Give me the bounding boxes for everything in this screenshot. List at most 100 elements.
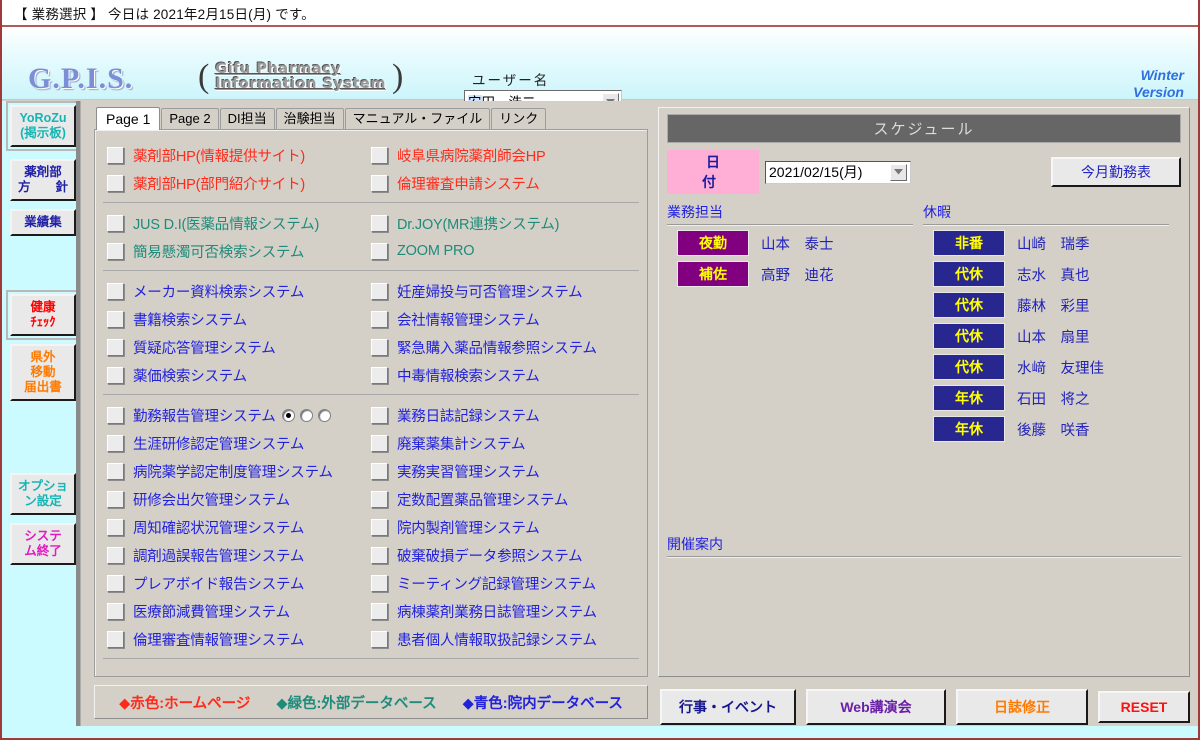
- checkbox-icon[interactable]: [371, 174, 388, 192]
- checkbox-icon[interactable]: [371, 366, 388, 384]
- system-item[interactable]: ミーティング記録管理システム: [371, 573, 635, 594]
- system-item[interactable]: 中毒情報検索システム: [371, 365, 635, 386]
- sidebar-button-yorozu[interactable]: YoRoZu (掲示板): [6, 101, 80, 151]
- system-item[interactable]: 調剤過誤報告管理システム: [107, 545, 371, 566]
- system-item[interactable]: 研修会出欠管理システム: [107, 489, 371, 510]
- system-row: 研修会出欠管理システム 定数配置薬品管理システム: [107, 485, 635, 513]
- system-item[interactable]: ZOOM PRO: [371, 242, 635, 260]
- radio-option-3[interactable]: [317, 408, 331, 422]
- checkbox-icon[interactable]: [107, 310, 124, 328]
- system-item[interactable]: 業務日誌記録システム: [371, 405, 635, 426]
- system-item[interactable]: 薬剤部HP(情報提供サイト): [107, 145, 371, 166]
- tab-3[interactable]: DI担当: [219, 108, 275, 129]
- action-button-3[interactable]: 日誌修正: [956, 689, 1088, 725]
- system-item[interactable]: 倫理審査情報管理システム: [107, 629, 371, 650]
- tab-5[interactable]: マニュアル・ファイル: [344, 108, 491, 129]
- system-item[interactable]: 書籍検索システム: [107, 309, 371, 330]
- system-item[interactable]: 勤務報告管理システム: [107, 405, 371, 426]
- sidebar-button-label: ム終了: [24, 544, 62, 558]
- checkbox-icon[interactable]: [107, 574, 124, 592]
- system-item[interactable]: 医療節減費管理システム: [107, 601, 371, 622]
- checkbox-icon[interactable]: [371, 602, 388, 620]
- checkbox-icon[interactable]: [107, 146, 124, 164]
- tab-1[interactable]: Page 1: [96, 107, 161, 130]
- system-item[interactable]: 質疑応答管理システム: [107, 337, 371, 358]
- sidebar-button-label: 業績集: [24, 215, 62, 229]
- tab-4[interactable]: 治験担当: [275, 108, 344, 129]
- system-row: 勤務報告管理システム 業務日誌記録システム: [107, 401, 635, 429]
- checkbox-icon[interactable]: [371, 146, 388, 164]
- checkbox-icon[interactable]: [371, 518, 388, 536]
- system-item[interactable]: 院内製剤管理システム: [371, 517, 635, 538]
- sidebar-button-travel-report[interactable]: 県外 移動 届出書: [10, 344, 76, 401]
- system-item[interactable]: 病棟薬剤業務日誌管理システム: [371, 601, 635, 622]
- system-item[interactable]: 岐阜県病院薬剤師会HP: [371, 145, 635, 166]
- action-button-2[interactable]: Web講演会: [806, 689, 946, 725]
- checkbox-icon[interactable]: [107, 462, 124, 480]
- system-item[interactable]: 患者個人情報取扱記録システム: [371, 629, 635, 650]
- checkbox-icon[interactable]: [107, 242, 124, 260]
- system-item[interactable]: 破棄破損データ参照システム: [371, 545, 635, 566]
- radio-option-2[interactable]: [299, 408, 313, 422]
- date-select[interactable]: 2021/02/15(月): [765, 160, 911, 184]
- checkbox-icon[interactable]: [107, 174, 124, 192]
- system-item[interactable]: メーカー資料検索システム: [107, 281, 371, 302]
- date-chevron-down-icon[interactable]: [890, 163, 907, 181]
- checkbox-icon[interactable]: [107, 366, 124, 384]
- system-item[interactable]: 病院薬学認定制度管理システム: [107, 461, 371, 482]
- sidebar-button-pharmacy-policy[interactable]: 薬剤部方 針: [10, 159, 76, 201]
- system-item[interactable]: 生涯研修認定管理システム: [107, 433, 371, 454]
- system-item[interactable]: JUS D.I(医薬品情報システム): [107, 213, 371, 234]
- system-item[interactable]: 周知確認状況管理システム: [107, 517, 371, 538]
- system-item[interactable]: 会社情報管理システム: [371, 309, 635, 330]
- checkbox-icon[interactable]: [107, 214, 124, 232]
- checkbox-icon[interactable]: [371, 490, 388, 508]
- action-button-1[interactable]: 行事・イベント: [660, 689, 796, 725]
- system-item[interactable]: 妊産婦投与可否管理システム: [371, 281, 635, 302]
- sidebar-button-system-exit[interactable]: システ ム終了: [10, 523, 76, 565]
- tab-2[interactable]: Page 2: [161, 108, 219, 129]
- checkbox-icon[interactable]: [107, 546, 124, 564]
- checkbox-icon[interactable]: [371, 546, 388, 564]
- system-item[interactable]: Dr.JOY(MR連携システム): [371, 213, 635, 234]
- checkbox-icon[interactable]: [371, 406, 388, 424]
- radio-option-1[interactable]: [281, 408, 295, 422]
- sidebar-button-achievements[interactable]: 業績集: [10, 209, 76, 236]
- person-name: 志水 真也: [1017, 267, 1090, 284]
- checkbox-icon[interactable]: [107, 406, 124, 424]
- system-item-label: 質疑応答管理システム: [133, 340, 276, 357]
- radio-group[interactable]: [281, 408, 331, 422]
- checkbox-icon[interactable]: [371, 462, 388, 480]
- system-item[interactable]: プレアボイド報告システム: [107, 573, 371, 594]
- system-item[interactable]: 薬剤部HP(部門紹介サイト): [107, 173, 371, 194]
- action-button-4[interactable]: RESET: [1098, 691, 1190, 723]
- checkbox-icon[interactable]: [107, 518, 124, 536]
- system-row: 病院薬学認定制度管理システム 実務実習管理システム: [107, 457, 635, 485]
- checkbox-icon[interactable]: [371, 282, 388, 300]
- checkbox-icon[interactable]: [371, 214, 388, 232]
- system-item[interactable]: 定数配置薬品管理システム: [371, 489, 635, 510]
- checkbox-icon[interactable]: [107, 338, 124, 356]
- checkbox-icon[interactable]: [107, 630, 124, 648]
- system-item[interactable]: 簡易懸濁可否検索システム: [107, 241, 371, 262]
- checkbox-icon[interactable]: [371, 310, 388, 328]
- checkbox-icon[interactable]: [371, 574, 388, 592]
- system-item[interactable]: 倫理審査申請システム: [371, 173, 635, 194]
- system-item[interactable]: 緊急購入薬品情報参照システム: [371, 337, 635, 358]
- checkbox-icon[interactable]: [107, 602, 124, 620]
- system-item[interactable]: 薬価検索システム: [107, 365, 371, 386]
- checkbox-icon[interactable]: [107, 434, 124, 452]
- checkbox-icon[interactable]: [107, 490, 124, 508]
- sidebar-button-health-check[interactable]: 健康 ﾁｪｯｸ: [6, 290, 80, 340]
- status-badge: 夜勤: [677, 230, 749, 256]
- checkbox-icon[interactable]: [107, 282, 124, 300]
- checkbox-icon[interactable]: [371, 434, 388, 452]
- checkbox-icon[interactable]: [371, 242, 388, 260]
- system-item[interactable]: 実務実習管理システム: [371, 461, 635, 482]
- checkbox-icon[interactable]: [371, 630, 388, 648]
- checkbox-icon[interactable]: [371, 338, 388, 356]
- tab-6[interactable]: リンク: [491, 108, 547, 129]
- month-schedule-button[interactable]: 今月勤務表: [1051, 157, 1181, 187]
- system-item[interactable]: 廃棄薬集計システム: [371, 433, 635, 454]
- sidebar-button-option-settings[interactable]: オプショ ン設定: [10, 473, 76, 515]
